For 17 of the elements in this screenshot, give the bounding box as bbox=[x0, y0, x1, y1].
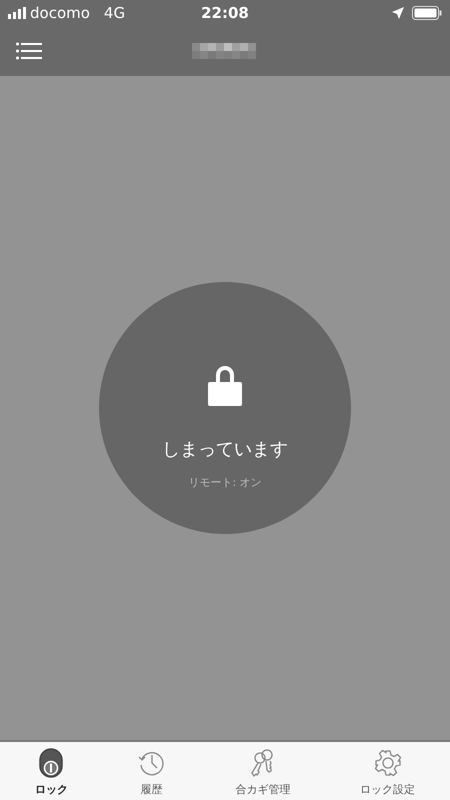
gear-icon bbox=[374, 748, 402, 777]
lock-icon bbox=[39, 748, 64, 778]
tab[interactable]: 履歴 bbox=[102, 742, 200, 800]
menu-button[interactable] bbox=[16, 41, 42, 61]
remote-status-text: リモート: オン bbox=[188, 475, 262, 491]
tab[interactable]: 合カギ管理 bbox=[200, 742, 326, 800]
carrier-name: docomo bbox=[30, 2, 90, 24]
tab[interactable]: ロック bbox=[0, 742, 103, 800]
blurred-title bbox=[192, 43, 256, 59]
network-type: 4G bbox=[104, 2, 126, 24]
lock-status-button[interactable]: しまっています リモート: オン bbox=[99, 282, 351, 534]
location-arrow-icon bbox=[392, 7, 404, 19]
lock-status-text: しまっています bbox=[162, 438, 288, 462]
tab[interactable]: ロック設定 bbox=[325, 742, 450, 800]
clock: 22:08 bbox=[201, 2, 249, 24]
signal-icon bbox=[8, 7, 28, 19]
battery-icon bbox=[412, 6, 442, 20]
